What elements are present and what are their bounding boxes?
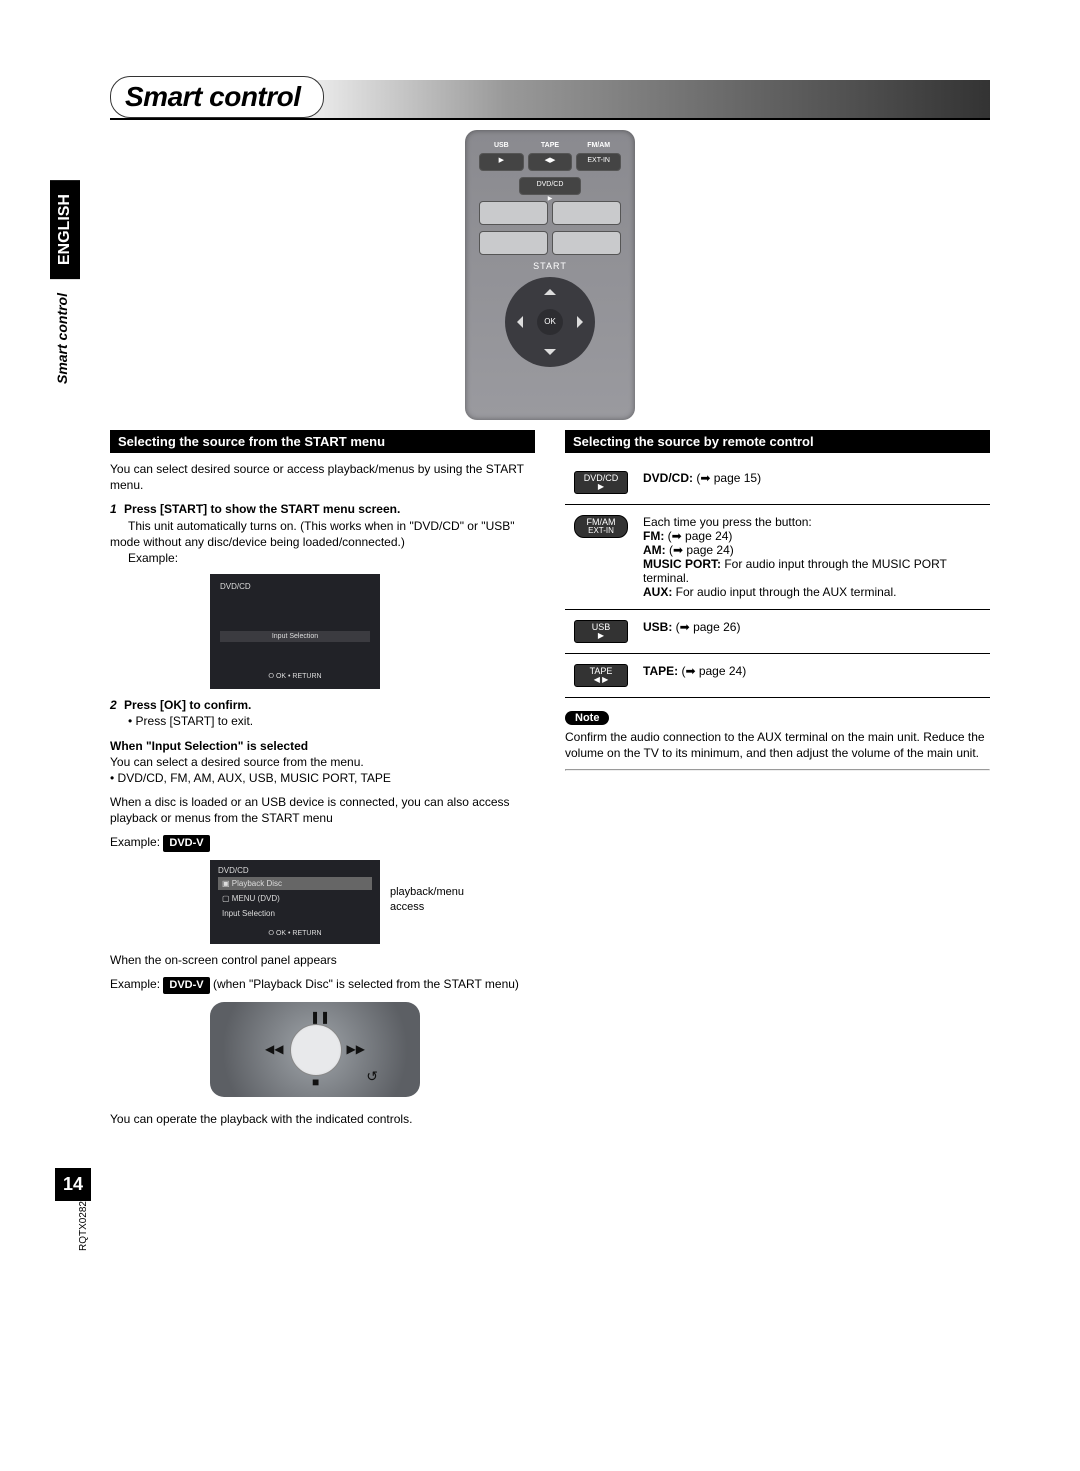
remote-illustration: USB TAPE FM/AM ▶ ◀▶ EXT-IN DVD/CD▶ START… <box>465 130 635 420</box>
rewind-icon: ◀◀ <box>265 1042 283 1056</box>
key-dvdcd: DVD/CD▶ <box>574 471 628 494</box>
osd2-row-input: Input Selection <box>218 907 372 920</box>
osd1-highlight: Input Selection <box>220 631 370 642</box>
osd1-title: DVD/CD <box>220 582 370 591</box>
remote-label-tape: TAPE <box>526 142 575 149</box>
remote-ok-button: OK <box>537 309 563 335</box>
arrow-up-icon <box>544 283 556 295</box>
osd1-return: ⭘ OK • RETURN <box>210 673 380 681</box>
after-text-1: When the on-screen control panel appears <box>110 952 535 968</box>
dvd-v-badge-2: DVD-V <box>163 977 209 994</box>
note-badge: Note <box>565 711 609 725</box>
section-title-bar: Smart control <box>110 80 990 120</box>
callout-playback-access: playback/menu access <box>390 885 480 914</box>
remote-btn-blank3 <box>479 231 548 255</box>
key-fmam-extin: FM/AMEXT-IN <box>574 515 628 538</box>
remote-btn-blank1 <box>479 201 548 225</box>
left-footer-text: You can operate the playback with the in… <box>110 1111 535 1127</box>
remote-btn-usb: ▶ <box>479 153 524 171</box>
example2-line: Example: DVD-V <box>110 834 535 852</box>
disc-loaded-text: When a disc is loaded or an USB device i… <box>110 794 535 826</box>
osd2-return: ⭘ OK • RETURN <box>218 930 372 938</box>
language-tab: ENGLISH <box>50 180 80 279</box>
step-2: 2 Press [OK] to confirm. Press [START] t… <box>110 697 535 729</box>
pause-icon: ❚❚ <box>310 1010 330 1024</box>
key-usb: USB▶ <box>574 620 628 643</box>
right-section-header: Selecting the source by remote control <box>565 430 990 453</box>
remote-dpad: OK <box>505 277 595 367</box>
arrow-right-icon <box>577 316 589 328</box>
osd2-row-playback: ▣ Playback Disc <box>218 877 372 890</box>
key-tape: TAPE◀ ▶ <box>574 664 628 687</box>
osd-screen-1: DVD/CD Input Selection ⭘ OK • RETURN <box>210 574 380 689</box>
side-label: Smart control <box>50 289 74 388</box>
left-column: Selecting the source from the START menu… <box>110 430 535 1136</box>
osd2-title: DVD/CD <box>218 866 372 875</box>
fastforward-icon: ▶▶ <box>347 1042 365 1056</box>
dvd-v-badge: DVD-V <box>163 835 209 852</box>
osd-screen-2: DVD/CD ▣ Playback Disc ▢ MENU (DVD) Inpu… <box>210 860 380 944</box>
remote-btn-blank4 <box>552 231 621 255</box>
doc-code: RQTX0282 <box>78 1201 89 1251</box>
remote-label-usb: USB <box>477 142 526 149</box>
table-row: FM/AMEXT-IN Each time you press the butt… <box>565 505 990 610</box>
remote-start-label: START <box>477 261 623 271</box>
remote-label-fmam: FM/AM <box>574 142 623 149</box>
left-intro: You can select desired source or access … <box>110 461 535 493</box>
step-1: 1 Press [START] to show the START menu s… <box>110 501 535 566</box>
remote-btn-tape: ◀▶ <box>528 153 573 171</box>
source-table: DVD/CD▶ DVD/CD: (➡ page 15) FM/AMEXT-IN … <box>565 461 990 698</box>
stop-icon: ■ <box>312 1075 319 1089</box>
page-number: 14 <box>55 1168 91 1201</box>
table-row: TAPE◀ ▶ TAPE: (➡ page 24) <box>565 654 990 698</box>
arrow-left-icon <box>511 316 523 328</box>
note-block: Note Confirm the audio connection to the… <box>565 710 990 771</box>
section-title: Smart control <box>110 76 324 118</box>
remote-btn-blank2 <box>552 201 621 225</box>
note-body: Confirm the audio connection to the AUX … <box>565 729 990 761</box>
remote-btn-extin: EXT-IN <box>576 153 621 171</box>
control-panel-illustration: ❚❚ ◀◀ ▶▶ ■ ↺ <box>210 1002 420 1097</box>
sidebar: ENGLISH Smart control <box>50 180 90 1180</box>
input-selection-block: When "Input Selection" is selected You c… <box>110 738 535 787</box>
return-icon: ↺ <box>366 1068 378 1085</box>
arrow-down-icon <box>544 349 556 361</box>
after-example-line: Example: DVD-V (when "Playback Disc" is … <box>110 976 535 994</box>
left-section-header: Selecting the source from the START menu <box>110 430 535 453</box>
remote-btn-dvdcd: DVD/CD▶ <box>519 177 581 195</box>
table-row: DVD/CD▶ DVD/CD: (➡ page 15) <box>565 461 990 505</box>
dpad-icon <box>290 1024 342 1076</box>
right-column: Selecting the source by remote control D… <box>565 430 990 1136</box>
osd2-row-menu: ▢ MENU (DVD) <box>218 892 372 905</box>
table-row: USB▶ USB: (➡ page 26) <box>565 610 990 654</box>
